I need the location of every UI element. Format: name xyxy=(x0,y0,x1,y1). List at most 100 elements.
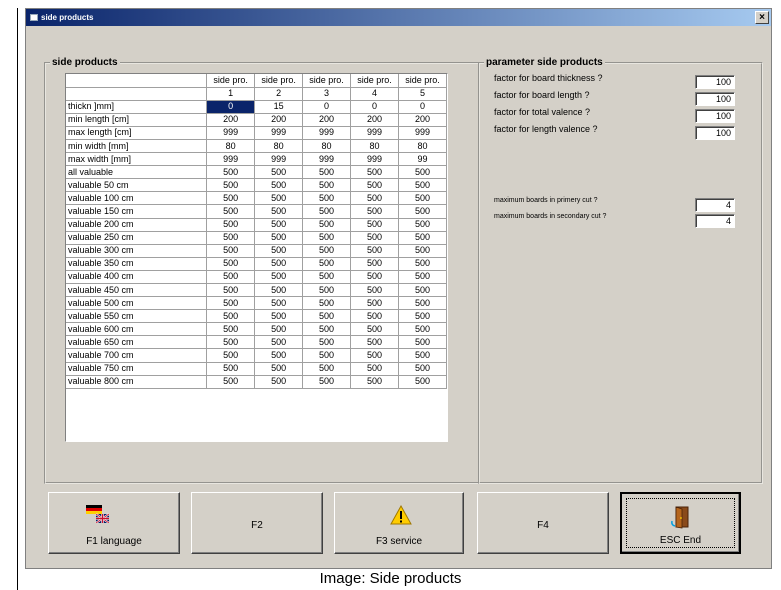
grid-cell[interactable]: 500 xyxy=(398,204,447,219)
grid-cell[interactable]: 500 xyxy=(350,178,399,193)
grid-cell[interactable]: 80 xyxy=(398,139,447,154)
grid-cell[interactable]: 500 xyxy=(254,257,304,271)
grid-cell[interactable]: 999 xyxy=(350,126,399,140)
grid-cell[interactable]: 500 xyxy=(206,178,256,193)
grid-cell[interactable]: 999 xyxy=(206,152,256,167)
grid-cell[interactable]: 500 xyxy=(254,348,304,363)
grid-cell[interactable]: 500 xyxy=(302,178,352,193)
grid-cell[interactable]: 0 xyxy=(398,100,447,114)
grid-cell[interactable]: 500 xyxy=(206,165,256,180)
grid-cell[interactable]: 500 xyxy=(206,257,256,271)
grid-cell[interactable]: 0 xyxy=(302,100,352,114)
grid-cell[interactable]: 500 xyxy=(302,348,352,363)
grid-cell[interactable]: 500 xyxy=(350,283,399,298)
grid-cell[interactable]: 500 xyxy=(398,218,447,232)
grid-cell[interactable]: 500 xyxy=(398,191,447,206)
grid-cell[interactable]: 500 xyxy=(302,335,352,350)
f3-service-button[interactable]: F3 service xyxy=(334,492,464,554)
grid-cell[interactable]: 500 xyxy=(302,191,352,206)
grid-cell[interactable]: 500 xyxy=(302,270,352,285)
grid-cell[interactable]: 500 xyxy=(206,309,256,324)
grid-cell[interactable]: 999 xyxy=(254,152,304,167)
grid-cell[interactable]: 500 xyxy=(206,191,256,206)
grid-cell[interactable]: 500 xyxy=(350,204,399,219)
grid-cell[interactable]: 999 xyxy=(350,152,399,167)
grid-cell[interactable]: 500 xyxy=(302,165,352,180)
grid-cell[interactable]: 80 xyxy=(302,139,352,154)
grid-cell[interactable]: 500 xyxy=(398,348,447,363)
grid-cell[interactable]: 500 xyxy=(350,322,399,337)
grid-cell[interactable]: 200 xyxy=(302,113,352,127)
grid-cell[interactable]: 500 xyxy=(254,322,304,337)
grid-cell[interactable]: 200 xyxy=(398,113,447,127)
grid-cell[interactable]: 500 xyxy=(254,362,304,376)
grid-cell[interactable]: 500 xyxy=(302,257,352,271)
grid-cell[interactable]: 500 xyxy=(254,231,304,245)
grid-cell[interactable]: 500 xyxy=(302,296,352,311)
grid-cell[interactable]: 500 xyxy=(254,191,304,206)
grid-cell[interactable]: 500 xyxy=(350,309,399,324)
grid-cell[interactable]: 500 xyxy=(350,257,399,271)
grid-cell[interactable]: 500 xyxy=(350,244,399,258)
factor-board-length-input[interactable]: 100 xyxy=(695,92,735,106)
grid-cell[interactable]: 500 xyxy=(350,375,399,389)
grid-cell[interactable]: 500 xyxy=(206,204,256,219)
grid-cell[interactable]: 0 xyxy=(206,100,256,114)
grid-cell[interactable]: 500 xyxy=(398,257,447,271)
grid-cell[interactable]: 500 xyxy=(350,165,399,180)
grid-cell[interactable]: 999 xyxy=(302,152,352,167)
grid-cell[interactable]: 500 xyxy=(254,244,304,258)
grid-cell[interactable]: 500 xyxy=(398,231,447,245)
grid-cell[interactable]: 200 xyxy=(206,113,256,127)
grid-cell[interactable]: 500 xyxy=(254,335,304,350)
grid-cell[interactable]: 500 xyxy=(398,335,447,350)
grid-cell[interactable]: 200 xyxy=(350,113,399,127)
grid-cell[interactable]: 500 xyxy=(398,283,447,298)
grid-cell[interactable]: 500 xyxy=(254,309,304,324)
grid-cell[interactable]: 999 xyxy=(398,126,447,140)
grid-cell[interactable]: 500 xyxy=(350,335,399,350)
grid-cell[interactable]: 500 xyxy=(254,283,304,298)
grid-cell[interactable]: 500 xyxy=(302,375,352,389)
grid-cell[interactable]: 500 xyxy=(302,309,352,324)
max-boards-primary-input[interactable]: 4 xyxy=(695,198,735,212)
grid-cell[interactable]: 500 xyxy=(350,348,399,363)
grid-cell[interactable]: 500 xyxy=(254,165,304,180)
grid-cell[interactable]: 500 xyxy=(302,218,352,232)
grid-cell[interactable]: 500 xyxy=(350,296,399,311)
grid-cell[interactable]: 500 xyxy=(302,283,352,298)
max-boards-secondary-input[interactable]: 4 xyxy=(695,214,735,228)
grid-cell[interactable]: 500 xyxy=(398,375,447,389)
grid-cell[interactable]: 500 xyxy=(398,270,447,285)
grid-cell[interactable]: 500 xyxy=(206,231,256,245)
grid-cell[interactable]: 500 xyxy=(206,296,256,311)
grid-cell[interactable]: 500 xyxy=(206,375,256,389)
grid-cell[interactable]: 15 xyxy=(254,100,304,114)
f2-button[interactable]: F2 xyxy=(191,492,323,554)
grid-cell[interactable]: 500 xyxy=(398,178,447,193)
grid-cell[interactable]: 500 xyxy=(398,165,447,180)
grid-cell[interactable]: 80 xyxy=(254,139,304,154)
grid-cell[interactable]: 500 xyxy=(398,296,447,311)
grid-cell[interactable]: 80 xyxy=(206,139,256,154)
grid-cell[interactable]: 500 xyxy=(206,348,256,363)
grid-cell[interactable]: 500 xyxy=(398,362,447,376)
grid-cell[interactable]: 500 xyxy=(302,244,352,258)
grid-cell[interactable]: 80 xyxy=(350,139,399,154)
grid-cell[interactable]: 99 xyxy=(398,152,447,167)
f4-button[interactable]: F4 xyxy=(477,492,609,554)
f1-language-button[interactable]: F1 language xyxy=(48,492,180,554)
grid-cell[interactable]: 500 xyxy=(254,204,304,219)
factor-length-valence-input[interactable]: 100 xyxy=(695,126,735,140)
grid-cell[interactable]: 500 xyxy=(206,322,256,337)
grid-cell[interactable]: 0 xyxy=(350,100,399,114)
grid-cell[interactable]: 500 xyxy=(302,362,352,376)
grid-cell[interactable]: 500 xyxy=(398,322,447,337)
close-button[interactable]: × xyxy=(755,11,769,24)
grid-cell[interactable]: 999 xyxy=(254,126,304,140)
grid-cell[interactable]: 500 xyxy=(206,283,256,298)
grid-cell[interactable]: 500 xyxy=(254,296,304,311)
grid-cell[interactable]: 500 xyxy=(350,218,399,232)
grid-cell[interactable]: 500 xyxy=(350,362,399,376)
grid-cell[interactable]: 500 xyxy=(350,191,399,206)
